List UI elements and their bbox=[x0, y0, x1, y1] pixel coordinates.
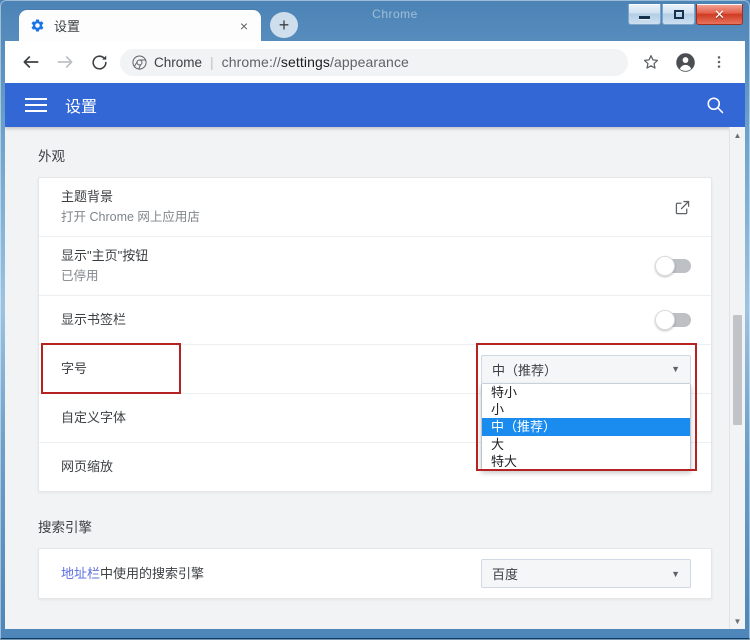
row-home-labels: 显示"主页"按钮 已停用 bbox=[61, 237, 657, 295]
section-title-appearance: 外观 bbox=[38, 145, 745, 165]
search-engine-select-value: 百度 bbox=[492, 564, 518, 583]
browser-tab-settings[interactable]: 设置 × bbox=[19, 10, 261, 41]
maximize-button[interactable] bbox=[662, 4, 695, 25]
browser-toolbar: Chrome | chrome://settings/appearance bbox=[5, 41, 745, 83]
url-strong: settings bbox=[281, 54, 330, 70]
scrollbar-thumb[interactable] bbox=[733, 315, 742, 425]
row-search-engine-label: 地址栏中使用的搜索引擎 bbox=[61, 564, 481, 584]
tab-close-icon[interactable]: × bbox=[235, 18, 253, 34]
address-bar[interactable]: Chrome | chrome://settings/appearance bbox=[120, 49, 628, 76]
three-dot-menu-icon[interactable] bbox=[702, 45, 736, 79]
omnibox-divider: | bbox=[210, 54, 214, 70]
search-engine-select[interactable]: 百度 ▼ bbox=[481, 559, 691, 588]
row-theme[interactable]: 主题背景 打开 Chrome 网上应用店 bbox=[39, 178, 711, 236]
row-home-label: 显示"主页"按钮 bbox=[61, 246, 657, 266]
row-search-engine-labels: 地址栏中使用的搜索引擎 bbox=[61, 555, 481, 593]
gear-icon bbox=[30, 18, 45, 33]
chevron-down-icon: ▼ bbox=[671, 364, 680, 374]
window-title-text: Chrome bbox=[305, 7, 485, 29]
settings-content: 外观 主题背景 打开 Chrome 网上应用店 bbox=[5, 127, 745, 629]
window-title-bar: Chrome 设置 × + ✕ bbox=[5, 4, 745, 41]
page-title: 设置 bbox=[65, 93, 97, 117]
row-bookmarks-label: 显示书签栏 bbox=[61, 310, 657, 330]
font-size-select-value: 中（推荐） bbox=[492, 360, 557, 379]
page-scrollbar[interactable]: ▲ ▼ bbox=[729, 127, 745, 629]
row-font-size-labels: 字号 bbox=[61, 350, 481, 388]
close-button[interactable]: ✕ bbox=[696, 4, 743, 25]
font-size-option[interactable]: 小 bbox=[482, 401, 690, 418]
chrome-logo-icon bbox=[132, 55, 147, 70]
url-suffix: /appearance bbox=[330, 54, 409, 70]
hamburger-menu-icon[interactable] bbox=[25, 94, 47, 116]
star-icon[interactable] bbox=[634, 45, 668, 79]
row-theme-labels: 主题背景 打开 Chrome 网上应用店 bbox=[61, 178, 674, 236]
page-viewport: 设置 外观 主题背景 打开 Chrome 网上应用店 bbox=[5, 83, 745, 629]
font-size-option[interactable]: 大 bbox=[482, 436, 690, 453]
scroll-down-arrow-icon[interactable]: ▼ bbox=[730, 613, 745, 629]
omnibox-url: chrome://settings/appearance bbox=[222, 54, 409, 70]
toolbar-right-actions bbox=[634, 45, 736, 79]
font-size-option[interactable]: 中（推荐） bbox=[482, 418, 690, 435]
window-controls: ✕ bbox=[627, 4, 743, 25]
search-engine-card: 地址栏中使用的搜索引擎 百度 ▼ bbox=[38, 548, 712, 599]
row-bookmarks-labels: 显示书签栏 bbox=[61, 301, 657, 339]
toggle-show-bookmarks-bar[interactable] bbox=[657, 313, 691, 327]
scroll-up-arrow-icon[interactable]: ▲ bbox=[730, 127, 745, 143]
font-size-option[interactable]: 特小 bbox=[482, 384, 690, 401]
url-prefix: chrome:// bbox=[222, 54, 281, 70]
security-chip-label: Chrome bbox=[154, 55, 202, 70]
row-theme-label: 主题背景 bbox=[61, 187, 674, 207]
row-default-search-engine[interactable]: 地址栏中使用的搜索引擎 百度 ▼ bbox=[39, 549, 711, 598]
forward-icon[interactable] bbox=[48, 45, 82, 79]
row-show-home-button[interactable]: 显示"主页"按钮 已停用 bbox=[39, 236, 711, 295]
account-avatar-icon[interactable] bbox=[668, 45, 702, 79]
toggle-knob bbox=[655, 310, 675, 330]
settings-top-bar: 设置 bbox=[5, 83, 745, 127]
tab-title: 设置 bbox=[54, 16, 235, 35]
row-show-bookmarks-bar[interactable]: 显示书签栏 bbox=[39, 295, 711, 344]
row-font-size-label: 字号 bbox=[61, 359, 481, 379]
toggle-knob bbox=[655, 256, 675, 276]
row-search-engine-label-highlight: 地址栏 bbox=[61, 566, 100, 581]
toggle-show-home-button[interactable] bbox=[657, 259, 691, 273]
font-size-select[interactable]: 中（推荐） ▼ bbox=[481, 355, 691, 384]
chevron-down-icon: ▼ bbox=[671, 569, 680, 579]
row-search-engine-label-rest: 中使用的搜索引擎 bbox=[100, 566, 204, 581]
font-size-dropdown-list[interactable]: 特小小中（推荐）大特大 bbox=[481, 384, 691, 472]
external-link-icon[interactable] bbox=[674, 199, 691, 216]
browser-window: Chrome 设置 × + ✕ bbox=[0, 0, 750, 638]
minimize-button[interactable] bbox=[628, 4, 661, 25]
search-icon[interactable] bbox=[705, 95, 725, 115]
section-title-search-engine: 搜索引擎 bbox=[38, 516, 745, 536]
back-icon[interactable] bbox=[14, 45, 48, 79]
row-home-sublabel: 已停用 bbox=[61, 267, 657, 286]
font-size-option[interactable]: 特大 bbox=[482, 453, 690, 470]
reload-icon[interactable] bbox=[82, 45, 116, 79]
new-tab-button[interactable]: + bbox=[270, 12, 298, 38]
row-theme-sublabel: 打开 Chrome 网上应用店 bbox=[61, 208, 674, 227]
